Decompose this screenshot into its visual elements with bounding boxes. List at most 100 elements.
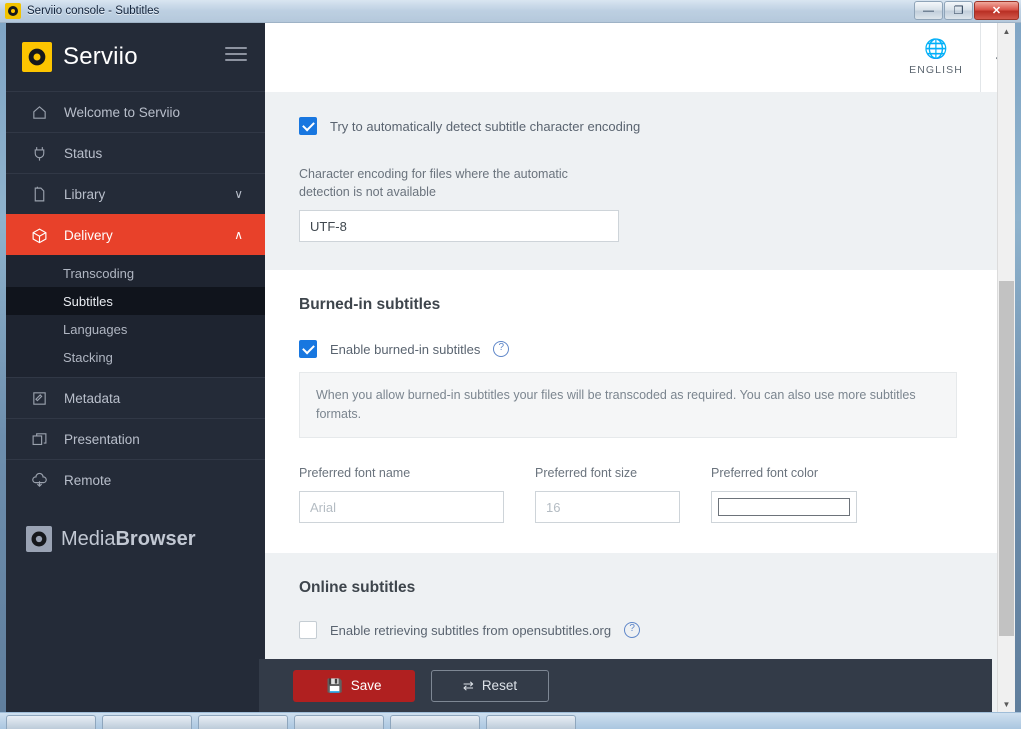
sidebar-item-label: Welcome to Serviio bbox=[64, 105, 180, 120]
serviio-logo-icon bbox=[22, 42, 52, 72]
font-color-picker[interactable] bbox=[711, 491, 857, 523]
encoding-field-label: Character encoding for files where the a… bbox=[299, 165, 589, 201]
top-bar: 🌐 ENGLISH ‹ bbox=[265, 23, 1015, 93]
auto-detect-checkbox[interactable] bbox=[299, 117, 317, 135]
taskbar-item[interactable] bbox=[390, 715, 480, 729]
mediabrowser-label: MediaBrowser bbox=[61, 528, 196, 551]
refresh-icon: ⇄ bbox=[463, 678, 474, 694]
sidebar-item-subtitles[interactable]: Subtitles bbox=[6, 287, 265, 315]
mediabrowser-suffix: Browser bbox=[115, 528, 195, 550]
scroll-down-button[interactable]: ▼ bbox=[998, 696, 1015, 713]
home-icon bbox=[28, 102, 50, 122]
sidebar-item-languages[interactable]: Languages bbox=[6, 315, 265, 343]
globe-icon: 🌐 bbox=[924, 40, 948, 59]
main-panel: 🌐 ENGLISH ‹ Try to automatically detect … bbox=[265, 23, 1015, 713]
chevron-down-icon: ∨ bbox=[234, 187, 243, 201]
windows-icon bbox=[28, 429, 50, 449]
enable-burned-in-label: Enable burned-in subtitles bbox=[330, 342, 480, 357]
language-label: ENGLISH bbox=[909, 64, 963, 76]
window-title-bar: Serviio console - Subtitles — ❐ ✕ bbox=[0, 0, 1021, 23]
vertical-scrollbar[interactable]: ▲ ▼ bbox=[997, 23, 1015, 713]
files-icon bbox=[28, 184, 50, 204]
sidebar: Serviio Welcome to Serviio bbox=[6, 23, 265, 713]
settings-content: Try to automatically detect subtitle cha… bbox=[265, 92, 1015, 713]
sidebar-item-presentation[interactable]: Presentation bbox=[6, 418, 265, 459]
box-icon bbox=[28, 225, 50, 245]
font-name-input[interactable] bbox=[299, 491, 504, 523]
scroll-up-button[interactable]: ▲ bbox=[998, 23, 1015, 40]
brand-name: Serviio bbox=[63, 43, 138, 71]
enable-burned-in-row: Enable burned-in subtitles ? bbox=[299, 340, 981, 358]
mediabrowser-icon bbox=[26, 526, 52, 552]
save-button-label: Save bbox=[351, 678, 382, 693]
burned-in-note: When you allow burned-in subtitles your … bbox=[299, 372, 957, 438]
font-size-label: Preferred font size bbox=[535, 464, 680, 482]
save-button[interactable]: 💾 Save bbox=[293, 670, 415, 702]
sidebar-item-status[interactable]: Status bbox=[6, 132, 265, 173]
reset-button[interactable]: ⇄ Reset bbox=[431, 670, 549, 702]
font-size-input[interactable] bbox=[535, 491, 680, 523]
serviio-console-window: Serviio Welcome to Serviio bbox=[6, 23, 1015, 713]
sidebar-item-delivery[interactable]: Delivery ∧ bbox=[6, 214, 265, 255]
sidebar-item-remote[interactable]: Remote bbox=[6, 459, 265, 500]
desktop-background: Serviio console - Subtitles — ❐ ✕ Servii… bbox=[0, 0, 1021, 729]
scrollbar-thumb[interactable] bbox=[999, 281, 1014, 636]
sidebar-brand: Serviio bbox=[6, 23, 265, 91]
minimize-button[interactable]: — bbox=[914, 1, 943, 20]
font-name-label: Preferred font name bbox=[299, 464, 504, 482]
font-name-group: Preferred font name bbox=[299, 464, 504, 523]
mediabrowser-prefix: Media bbox=[61, 528, 115, 550]
language-selector[interactable]: 🌐 ENGLISH bbox=[892, 40, 980, 76]
close-button[interactable]: ✕ bbox=[974, 1, 1019, 20]
window-controls: — ❐ ✕ bbox=[913, 1, 1019, 20]
font-preferences-row: Preferred font name Preferred font size … bbox=[299, 464, 981, 523]
auto-detect-row: Try to automatically detect subtitle cha… bbox=[299, 117, 981, 135]
taskbar-item[interactable] bbox=[198, 715, 288, 729]
serviio-icon bbox=[5, 3, 21, 19]
mediabrowser-logo: MediaBrowser bbox=[6, 526, 265, 552]
sidebar-nav: Welcome to Serviio Status bbox=[6, 91, 265, 500]
enable-online-checkbox[interactable] bbox=[299, 621, 317, 639]
plug-icon bbox=[28, 143, 50, 163]
font-color-group: Preferred font color bbox=[711, 464, 857, 523]
sidebar-item-label: Metadata bbox=[64, 391, 120, 406]
action-footer: 💾 Save ⇄ Reset bbox=[259, 659, 992, 712]
taskbar-item[interactable] bbox=[486, 715, 576, 729]
character-encoding-section: Try to automatically detect subtitle cha… bbox=[265, 92, 1015, 270]
sidebar-item-transcoding[interactable]: Transcoding bbox=[6, 259, 265, 287]
sidebar-item-label: Presentation bbox=[64, 432, 140, 447]
sidebar-item-label: Delivery bbox=[64, 228, 113, 243]
sidebar-item-stacking[interactable]: Stacking bbox=[6, 343, 265, 371]
chevron-up-icon: ∧ bbox=[234, 228, 243, 242]
enable-burned-in-checkbox[interactable] bbox=[299, 340, 317, 358]
restore-button[interactable]: ❐ bbox=[944, 1, 973, 20]
window-title: Serviio console - Subtitles bbox=[27, 5, 159, 17]
color-swatch bbox=[718, 498, 850, 516]
sidebar-item-library[interactable]: Library ∨ bbox=[6, 173, 265, 214]
sidebar-item-welcome[interactable]: Welcome to Serviio bbox=[6, 91, 265, 132]
cloud-download-icon bbox=[28, 470, 50, 490]
sidebar-item-label: Status bbox=[64, 146, 102, 161]
floppy-disk-icon: 💾 bbox=[327, 678, 343, 694]
auto-detect-label: Try to automatically detect subtitle cha… bbox=[330, 119, 640, 134]
hamburger-icon[interactable] bbox=[225, 47, 247, 65]
taskbar-item[interactable] bbox=[294, 715, 384, 729]
font-size-group: Preferred font size bbox=[535, 464, 680, 523]
sidebar-subnav-delivery: Transcoding Subtitles Languages Stacking bbox=[6, 255, 265, 377]
taskbar-item[interactable] bbox=[102, 715, 192, 729]
encoding-input[interactable] bbox=[299, 210, 619, 242]
reset-button-label: Reset bbox=[482, 678, 517, 693]
burned-in-subtitles-section: Burned-in subtitles Enable burned-in sub… bbox=[265, 270, 1015, 553]
sidebar-item-label: Remote bbox=[64, 473, 111, 488]
sidebar-item-metadata[interactable]: Metadata bbox=[6, 377, 265, 418]
font-color-label: Preferred font color bbox=[711, 464, 857, 482]
pencil-square-icon bbox=[28, 388, 50, 408]
enable-online-row: Enable retrieving subtitles from opensub… bbox=[299, 621, 981, 639]
burned-in-title: Burned-in subtitles bbox=[299, 296, 981, 314]
question-circle-icon[interactable]: ? bbox=[493, 341, 509, 357]
taskbar-item[interactable] bbox=[6, 715, 96, 729]
question-circle-icon[interactable]: ? bbox=[624, 622, 640, 638]
enable-online-label: Enable retrieving subtitles from opensub… bbox=[330, 623, 611, 638]
online-subtitles-title: Online subtitles bbox=[299, 579, 981, 597]
windows-taskbar bbox=[0, 712, 1021, 729]
